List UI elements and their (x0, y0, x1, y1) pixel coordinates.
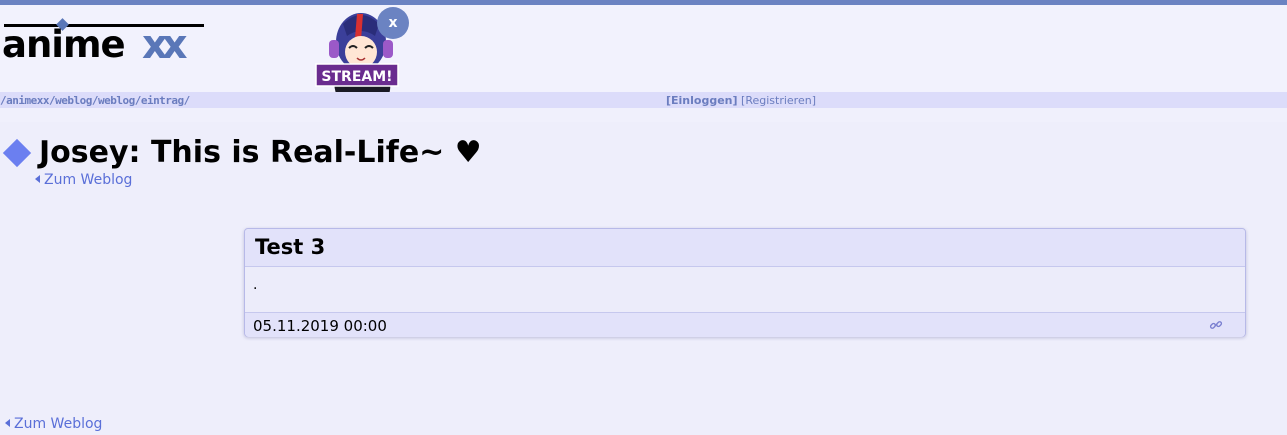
mascot-badge-text: STREAM! (321, 69, 392, 85)
header-separator (0, 108, 1287, 122)
logo-text: anime (2, 23, 126, 66)
logo-accent: xx (142, 22, 188, 68)
blog-author[interactable]: Josey (39, 135, 129, 170)
entry-date: 05.11.2019 00:00 (253, 317, 387, 335)
entry-card: Test 3 . 05.11.2019 00:00 (244, 228, 1246, 337)
entry-title: Test 3 (255, 235, 326, 259)
entry-body: . (253, 277, 258, 293)
link-icon[interactable] (1209, 318, 1223, 332)
animexx-logo[interactable]: anime xx (2, 18, 207, 68)
close-icon[interactable]: x (377, 7, 409, 39)
caret-left-icon (35, 175, 40, 183)
auth-links: [Einloggen] [Registrieren] (666, 94, 816, 107)
back-to-weblog-link-bottom[interactable]: Zum Weblog (5, 416, 102, 432)
back-label-top: Zum Weblog (44, 172, 133, 188)
breadcrumb-bar (0, 92, 1287, 108)
diamond-icon (2, 138, 32, 168)
blog-title: : This is Real-Life~ ♥ (128, 135, 482, 170)
breadcrumb[interactable]: /animexx/weblog/weblog/eintrag/ (0, 94, 190, 107)
login-link[interactable]: [Einloggen] (666, 94, 738, 107)
entry-footer: 05.11.2019 00:00 (245, 312, 1245, 337)
register-link[interactable]: [Registrieren] (741, 94, 816, 107)
back-label-bottom: Zum Weblog (14, 416, 103, 432)
caret-left-icon (5, 419, 10, 427)
page-title: Josey: This is Real-Life~ ♥ (39, 134, 482, 172)
back-to-weblog-link-top[interactable]: Zum Weblog (35, 172, 132, 188)
entry-header: Test 3 (245, 229, 1245, 267)
